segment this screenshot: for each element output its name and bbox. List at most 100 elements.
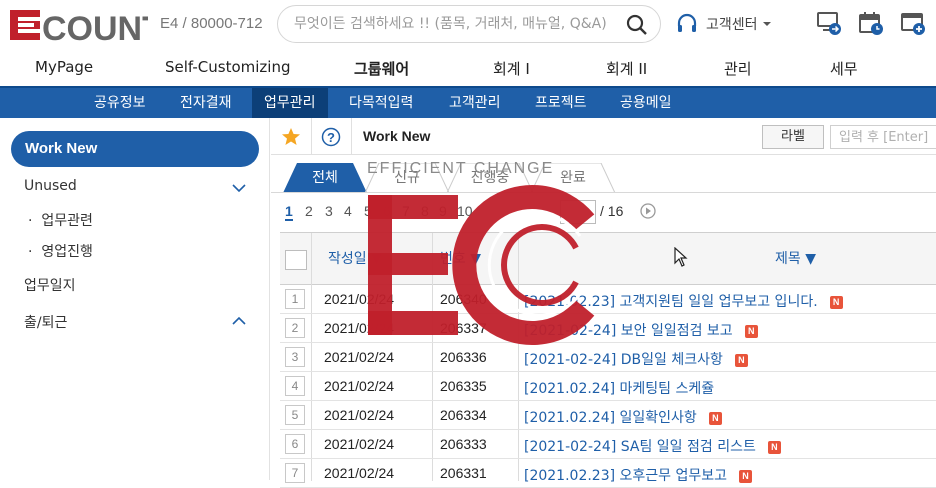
subnav-customer[interactable]: 고객관리 xyxy=(437,88,513,118)
row-date: 2021/02/24 xyxy=(324,291,395,307)
table-row[interactable]: 5 2021/02/24 206334 [2021.02.24] 일일확인사항 N xyxy=(280,401,936,430)
row-title-link[interactable]: [2021.02.24] 일일확인사항 N xyxy=(524,407,722,427)
divider xyxy=(311,118,312,155)
chevron-up-icon[interactable] xyxy=(232,316,246,326)
nav-mypage[interactable]: MyPage xyxy=(35,58,93,76)
page-9[interactable]: 9 xyxy=(439,203,447,219)
page-8[interactable]: 8 xyxy=(421,203,429,219)
nav-accounting-1[interactable]: 회계 I xyxy=(493,58,530,79)
ecount-logo[interactable]: COUNT xyxy=(10,8,148,42)
row-title-link[interactable]: [2021-02-24] SA팀 일일 점검 리스트 N xyxy=(524,436,781,456)
company-code[interactable]: E4 / 80000-712 xyxy=(160,15,263,32)
row-title-link[interactable]: [2021.02.23] 오후근무 업무보고 N xyxy=(524,465,753,485)
label-button[interactable]: 라벨 xyxy=(762,125,824,149)
row-no: 206337 xyxy=(440,320,487,336)
table-row[interactable]: 1 2021/02/24 206340 [2021.02.23] 고객지원팀 일… xyxy=(280,285,936,314)
row-title-link[interactable]: [2021-02-24] 보안 일일점검 보고 N xyxy=(524,320,758,340)
row-title-link[interactable]: [2021.02.24] 마케팅팀 스케쥴 xyxy=(524,378,714,398)
row-number[interactable]: 2 xyxy=(285,318,305,338)
subnav-work-management[interactable]: 업무관리 xyxy=(252,88,328,118)
sidebar: Work New Unused · 업무관련 · 영업진행 업무일지 출/퇴근 xyxy=(0,118,270,480)
search-box[interactable] xyxy=(277,5,661,43)
row-number[interactable]: 4 xyxy=(285,376,305,396)
page-title: Work New xyxy=(363,128,431,144)
star-icon[interactable] xyxy=(281,127,301,147)
page-7[interactable]: 7 xyxy=(402,203,410,219)
sidebar-item-attendance[interactable]: 출/퇴근 xyxy=(24,312,67,332)
row-number[interactable]: 7 xyxy=(285,463,305,483)
nav-groupware[interactable]: 그룹웨어 xyxy=(354,58,409,79)
col-title[interactable]: 제목 ▼ xyxy=(775,233,816,285)
label-input[interactable] xyxy=(830,125,936,149)
remote-support-icon[interactable] xyxy=(816,10,842,36)
search-input[interactable] xyxy=(292,14,622,34)
nav-self-customizing[interactable]: Self-Customizing xyxy=(165,58,291,76)
nav-management[interactable]: 관리 xyxy=(724,58,752,79)
row-date: 2021/02/24 xyxy=(324,465,395,481)
row-no: 206331 xyxy=(440,465,487,481)
select-all-checkbox[interactable] xyxy=(285,250,307,270)
chevron-down-icon[interactable] xyxy=(232,183,246,193)
sidebar-item-sales[interactable]: · 영업진행 xyxy=(28,241,93,261)
customer-center-label: 고객센터 xyxy=(706,17,758,33)
page-4[interactable]: 4 xyxy=(344,203,352,219)
calendar-clock-icon[interactable] xyxy=(858,10,884,36)
row-title: [2021-02-24] DB일일 체크사항 xyxy=(524,352,723,368)
sort-down-icon: ▼ xyxy=(470,251,481,267)
sidebar-item-daily-log[interactable]: 업무일지 xyxy=(24,275,76,295)
tab-all[interactable]: 전체 xyxy=(297,163,353,193)
row-title: [2021.02.24] 일일확인사항 xyxy=(524,410,697,426)
page-number-input[interactable] xyxy=(560,200,596,224)
col-title-label: 제목 xyxy=(775,251,801,267)
help-icon[interactable]: ? xyxy=(321,127,341,147)
row-title: [2021-02-24] SA팀 일일 점검 리스트 xyxy=(524,439,756,455)
table-row[interactable]: 7 2021/02/24 206331 [2021.02.23] 오후근무 업무… xyxy=(280,459,936,488)
row-number[interactable]: 1 xyxy=(285,289,305,309)
new-badge: N xyxy=(708,411,722,425)
table-row[interactable]: 2 2021/02/24 206337 [2021-02-24] 보안 일일점검… xyxy=(280,314,936,343)
nav-accounting-2[interactable]: 회계 II xyxy=(606,58,647,79)
table-row[interactable]: 3 2021/02/24 206336 [2021-02-24] DB일일 체크… xyxy=(280,343,936,372)
sidebar-sub-label: 영업진행 xyxy=(41,244,93,260)
sort-down-icon: ▼ xyxy=(805,251,816,267)
row-title-link[interactable]: [2021-02-24] DB일일 체크사항 N xyxy=(524,349,748,369)
row-number[interactable]: 3 xyxy=(285,347,305,367)
subnav-shared-info[interactable]: 공유정보 xyxy=(82,88,158,118)
sidebar-item-unused[interactable]: Unused xyxy=(24,178,77,194)
overlay-caption: EFFICIENT CHANGE xyxy=(367,160,555,177)
page-5[interactable]: 5 xyxy=(364,203,372,219)
row-title: [2021.02.24] 마케팅팀 스케쥴 xyxy=(524,381,715,397)
sidebar-item-work-new[interactable]: Work New xyxy=(11,131,259,167)
row-date: 2021/02/24 xyxy=(324,349,395,365)
pagination: 1 2 3 4 5 6 7 8 9 10 / 16 xyxy=(271,200,936,224)
new-badge: N xyxy=(739,469,753,483)
nav-tax[interactable]: 세무 xyxy=(830,58,858,79)
subnav-shared-mail[interactable]: 공용메일 xyxy=(608,88,684,118)
page-6[interactable]: 6 xyxy=(383,203,391,219)
caret-down-icon xyxy=(762,22,771,26)
customer-center-menu[interactable]: 고객센터 xyxy=(676,12,772,36)
sidebar-item-work-related[interactable]: · 업무관련 xyxy=(28,210,93,230)
table-row[interactable]: 4 2021/02/24 206335 [2021.02.24] 마케팅팀 스케… xyxy=(280,372,936,401)
row-title: [2021-02-24] 보안 일일점검 보고 xyxy=(524,323,733,339)
tab-underline xyxy=(271,192,936,193)
new-window-icon[interactable] xyxy=(900,10,926,36)
row-number[interactable]: 5 xyxy=(285,405,305,425)
table-row[interactable]: 6 2021/02/24 206333 [2021-02-24] SA팀 일일 … xyxy=(280,430,936,459)
col-no[interactable]: 번호 ▼ xyxy=(440,233,481,285)
page-1[interactable]: 1 xyxy=(285,203,293,221)
subnav-project[interactable]: 프로젝트 xyxy=(523,88,599,118)
row-number[interactable]: 6 xyxy=(285,434,305,454)
search-icon[interactable] xyxy=(626,14,648,36)
page-3[interactable]: 3 xyxy=(325,203,333,219)
next-page-icon[interactable] xyxy=(640,203,656,219)
top-bar: COUNT E4 / 80000-712 고객센터 xyxy=(0,0,936,50)
page-2[interactable]: 2 xyxy=(305,203,313,219)
row-no: 206335 xyxy=(440,378,487,394)
subnav-approval[interactable]: 전자결재 xyxy=(168,88,244,118)
page-10[interactable]: 10 xyxy=(457,203,473,219)
row-title-link[interactable]: [2021.02.23] 고객지원팀 일일 업무보고 입니다. N xyxy=(524,291,843,311)
col-date[interactable]: 작성일 ▼ xyxy=(328,233,382,285)
subnav-multi-input[interactable]: 다목적입력 xyxy=(337,88,425,118)
col-no-label: 번호 xyxy=(440,251,466,267)
